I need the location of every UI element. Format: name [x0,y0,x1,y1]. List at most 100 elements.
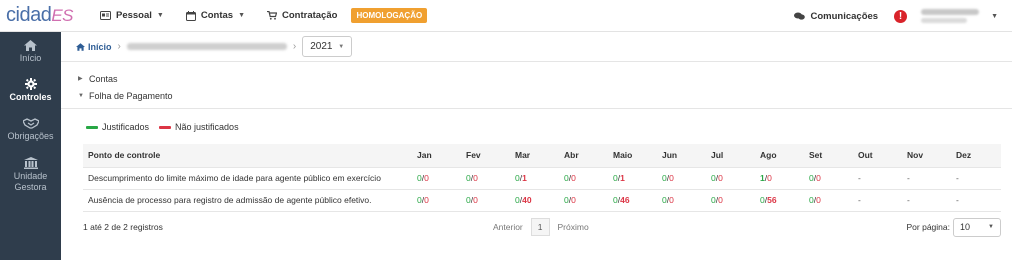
pagination-prev[interactable]: Anterior [485,222,531,232]
no-data-dash: - [907,195,910,205]
user-role-redacted [921,18,968,23]
month-cell[interactable]: - [903,166,952,189]
caret-down-icon: ▼ [78,92,84,99]
tree-item-folha-pagamento[interactable]: ▼ Folha de Pagamento [78,87,1012,104]
month-cell[interactable]: - [854,188,903,212]
year-select[interactable]: 2021 ▼ [302,36,353,57]
column-header-month: Jan [417,150,432,161]
nav-pessoal[interactable]: Pessoal ▼ [100,10,164,21]
legend-swatch-red [159,125,172,129]
per-page-control: Por página: 10 ▼ [907,217,1001,237]
home-icon [76,42,85,51]
column-header-month: Maio [613,150,633,161]
app-logo[interactable]: cidad ES [0,0,73,32]
pagination-next[interactable]: Próximo [550,222,597,232]
not-justified-count: 0 [816,195,821,205]
control-points-table: Ponto de controle Jan Fev Mar Abr Maio Jun Jul A… [83,144,1001,212]
chevron-down-icon[interactable]: ▼ [991,13,998,20]
sidebar-item-inicio[interactable]: Início [0,32,61,71]
table-footer: 1 até 2 de 2 registros Anterior 1 Próxim… [83,215,1001,239]
month-cell[interactable]: 0/46 [609,188,658,212]
sidebar-item-label: Início [19,52,42,63]
alert-icon[interactable]: ! [894,9,908,23]
no-data-dash: - [956,173,959,183]
not-justified-count: 0 [571,173,576,183]
nav-contratacao-label: Contratação [282,10,338,21]
handshake-icon [22,117,39,129]
sidebar-item-label-line2: Gestora [14,182,47,192]
month-cell[interactable]: - [903,188,952,212]
column-header-month: Out [858,150,873,161]
logo-text-2: ES [51,6,73,25]
legend-label: Justificados [102,122,150,132]
not-justified-count: 0 [571,195,576,205]
month-cell[interactable]: 0/0 [413,166,462,189]
calendar-icon [185,10,196,21]
breadcrumb: Início › › 2021 ▼ [61,32,1012,62]
not-justified-count: 46 [620,195,630,205]
legend-label: Não justificados [175,122,239,132]
month-cell[interactable]: 0/0 [805,188,854,212]
month-cell[interactable]: 0/1 [609,166,658,189]
month-cell[interactable]: 1/0 [756,166,805,189]
institution-icon [23,157,38,169]
month-cell[interactable]: - [854,166,903,189]
month-cell[interactable]: 0/0 [805,166,854,189]
sidebar-item-controles[interactable]: Controles [0,71,61,110]
records-summary: 1 até 2 de 2 registros [83,222,163,232]
not-justified-count: 1 [620,173,625,183]
column-header-name: Ponto de controle [88,150,161,161]
legend-swatch-green [86,125,98,129]
month-cell[interactable]: 0/56 [756,188,805,212]
environment-badge: HOMOLOGAÇÃO [351,8,428,23]
tree-item-contas[interactable]: ▶ Contas [78,70,1012,87]
month-cell[interactable]: 0/0 [560,188,609,212]
comunicacoes-link[interactable]: Comunicações [794,11,878,22]
sidebar-item-label: Controles [9,92,52,102]
nav-contratacao[interactable]: Contratação [267,10,337,21]
sidebar-item-obrigacoes[interactable]: Obrigações [0,110,61,149]
chevron-down-icon: ▼ [156,12,164,19]
month-cell[interactable]: - [952,166,1001,189]
not-justified-count: 0 [473,173,478,183]
year-select-value: 2021 [310,41,333,52]
sidebar-item-unidade-gestora[interactable]: Unidade Gestora [0,149,61,201]
chevron-down-icon: ▼ [238,12,245,19]
month-cell[interactable]: 0/0 [413,188,462,212]
month-cell[interactable]: 0/0 [462,166,511,189]
control-point-name: Descumprimento do limite máximo de idade… [83,166,413,189]
not-justified-count: 0 [718,173,723,183]
sidebar: Início Controles Obrigações Unidade Gest… [0,32,61,260]
month-cell[interactable]: 0/0 [560,166,609,189]
pagination-page[interactable]: 1 [530,218,550,236]
month-cell[interactable]: 0/40 [511,188,560,212]
control-point-name: Ausência de processo para registro de ad… [83,188,413,212]
month-cell[interactable]: 0/0 [658,166,707,189]
user-menu[interactable] [921,9,985,23]
per-page-select[interactable]: 10 ▼ [953,217,1001,237]
month-cell[interactable]: 0/0 [707,166,756,189]
breadcrumb-entity-redacted[interactable] [126,43,287,50]
column-header-month: Set [809,150,823,161]
cart-icon [267,11,277,20]
not-justified-count: 0 [669,195,674,205]
month-cell[interactable]: - [952,188,1001,212]
month-cell[interactable]: 0/0 [707,188,756,212]
legend: Justificados Não justificados [86,122,1012,132]
right-nav: Comunicações ! ▼ [794,0,998,32]
not-justified-count: 0 [669,173,674,183]
not-justified-count: 0 [718,195,723,205]
tree-view: ▶ Contas ▼ Folha de Pagamento [61,62,1012,109]
month-cell[interactable]: 0/0 [462,188,511,212]
chevron-down-icon: ▼ [988,224,994,230]
chat-icon [794,12,806,20]
nav-contas[interactable]: Contas ▼ [185,10,245,21]
breadcrumb-home[interactable]: Início [76,42,112,52]
month-cell[interactable]: 0/0 [658,188,707,212]
not-justified-count: 0 [424,173,429,183]
no-data-dash: - [956,195,959,205]
month-cell[interactable]: 0/1 [511,166,560,189]
sidebar-item-label: Obrigações [7,130,54,141]
not-justified-count: 1 [522,173,527,183]
tree-item-label: Folha de Pagamento [89,90,173,101]
